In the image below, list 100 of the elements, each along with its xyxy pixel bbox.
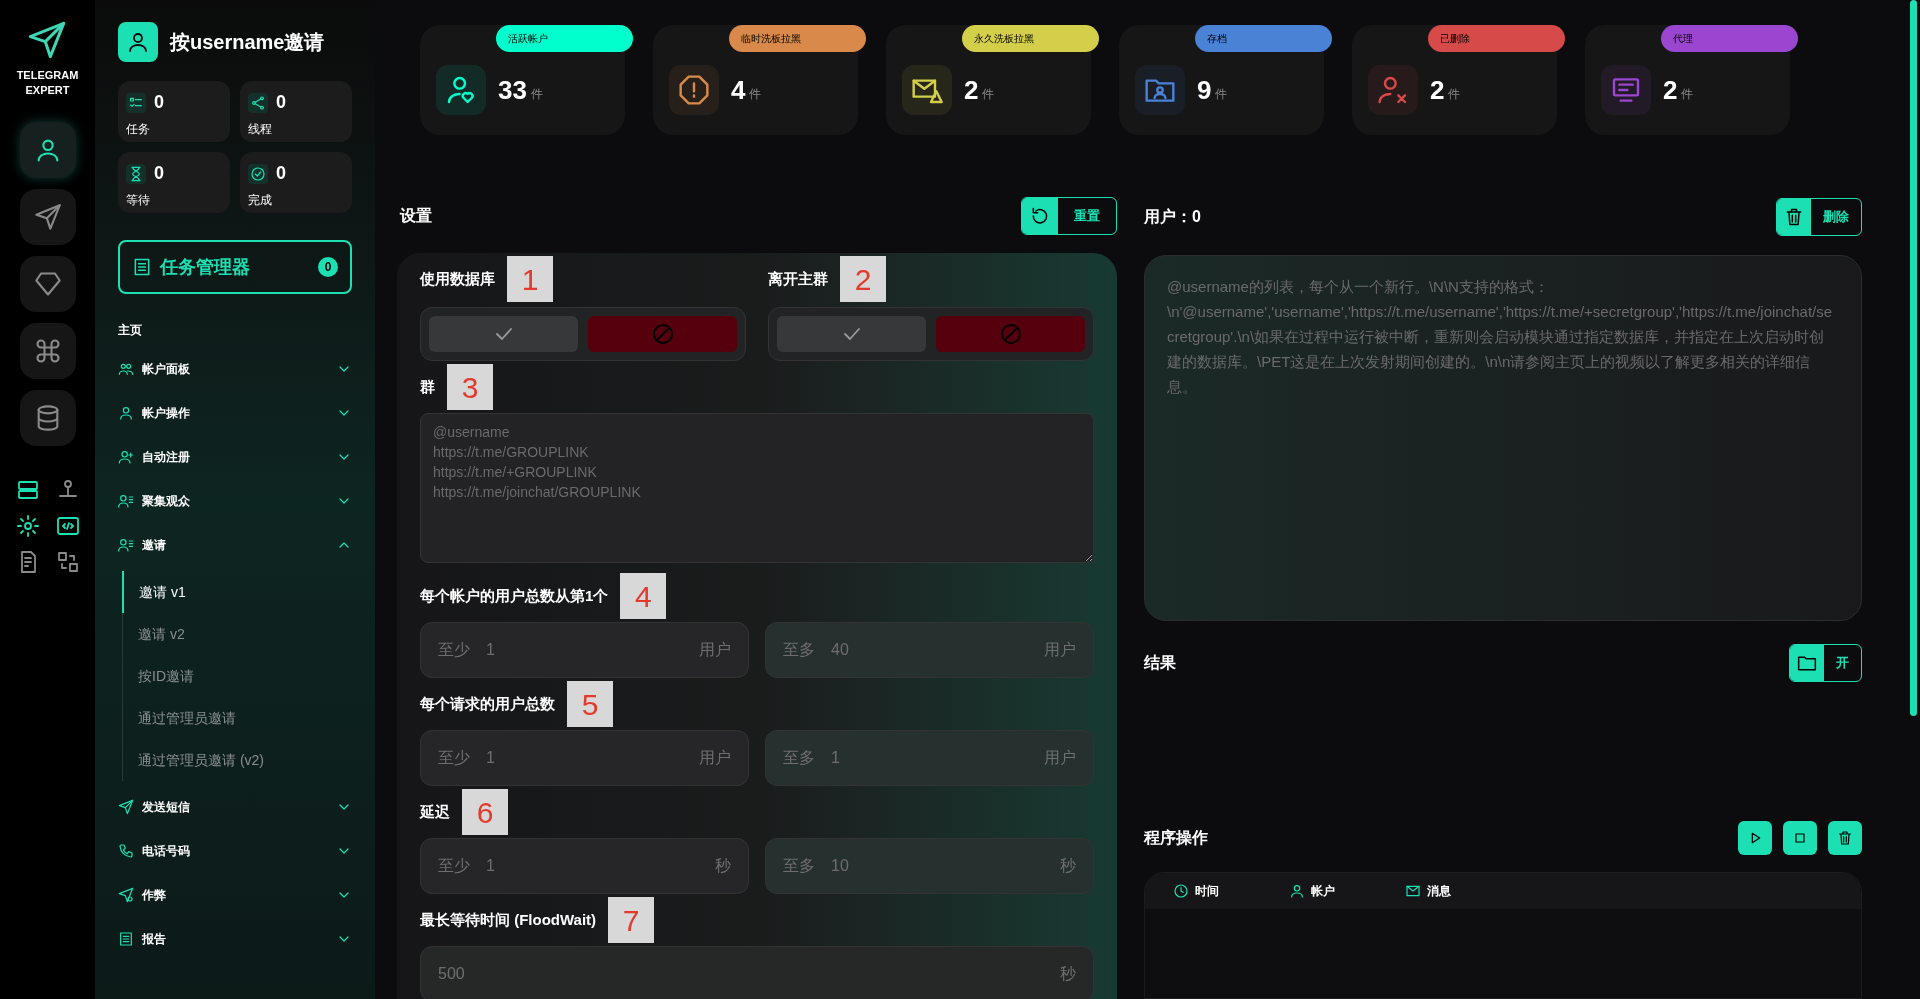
rail-button[interactable] (19, 189, 76, 245)
user-list-icon (118, 493, 134, 509)
hourglass-icon (128, 165, 144, 182)
field-label: 使用数据库 (420, 268, 495, 289)
unit-label: 用户 (699, 748, 731, 768)
play-button[interactable] (1738, 821, 1772, 855)
unit-label: 件 (530, 86, 543, 103)
annotation-number: 2 (840, 256, 886, 302)
paper-plane-icon (27, 20, 68, 60)
nav-item[interactable]: 电话号码 (118, 829, 352, 873)
user-plus-icon (118, 449, 134, 465)
user-icon (126, 30, 150, 54)
field-label: 每个请求的用户总数 (420, 693, 555, 714)
reset-button[interactable]: 重置 (1021, 197, 1117, 235)
paper-plane-icon (118, 799, 134, 815)
warning-octagon-icon (678, 74, 710, 106)
unit-label: 秒 (715, 856, 731, 876)
delete-button[interactable]: 删除 (1776, 198, 1862, 236)
task-manager-button[interactable]: 任务管理器 0 (118, 240, 352, 294)
stat-count: 9 (1197, 73, 1212, 107)
stat-label: 完成 (248, 192, 273, 209)
stat-count: 4 (731, 73, 746, 107)
category-badge: 已删除 (1428, 25, 1565, 52)
user-heart-icon (445, 74, 477, 106)
paper-plane-icon (33, 203, 62, 231)
stat-count: 2 (1663, 73, 1678, 107)
stat-count: 33 (498, 73, 527, 107)
min-value: 1 (486, 748, 495, 768)
groups-textarea[interactable]: @username https://t.me/GROUPLINK https://t.me/+GROUPLINK https://t.me/joinchat/GROUPLINK (420, 413, 1094, 563)
rail-button[interactable] (19, 323, 76, 379)
unit-label: 件 (749, 86, 762, 103)
clear-button[interactable] (1828, 821, 1862, 855)
unit-label: 秒 (1060, 964, 1076, 984)
diamond-icon (33, 270, 62, 298)
min-value: 1 (486, 856, 495, 876)
section-title: 设置 (400, 206, 432, 226)
folder-icon (1797, 653, 1817, 673)
nav-item[interactable]: 自动注册 (118, 435, 352, 479)
nav-item[interactable]: 帐户面板 (118, 347, 352, 391)
user-icon (1289, 883, 1305, 899)
tool-button[interactable] (55, 550, 80, 574)
unit-label: 用户 (1044, 748, 1076, 768)
annotation-number: 3 (447, 364, 493, 410)
share-icon (250, 94, 266, 111)
toggle-group[interactable] (420, 307, 746, 361)
max-value: 40 (831, 640, 849, 660)
unit-label: 秒 (1060, 856, 1076, 876)
user-remove-icon (1377, 74, 1409, 106)
open-button[interactable]: 开 (1789, 644, 1862, 682)
stop-button[interactable] (1783, 821, 1817, 855)
rail-button[interactable] (19, 256, 76, 312)
nav-item[interactable]: 报告 (118, 917, 352, 961)
field-label: 离开主群 (768, 268, 828, 289)
toggle-group[interactable] (768, 307, 1094, 361)
nav-subitem[interactable]: 通过管理员邀请 (v2) (123, 739, 352, 781)
field-label: 群 (420, 376, 435, 397)
annotation-number: 6 (462, 789, 508, 835)
column-header: 时间 (1173, 882, 1289, 900)
nav-subitem[interactable]: 通过管理员邀请 (123, 697, 352, 739)
section-heading: 主页 (118, 322, 143, 339)
rail-button[interactable] (19, 122, 76, 178)
category-badge: 代理 (1661, 25, 1798, 52)
usernames-textarea[interactable]: @username的列表，每个从一个新行。\N\N支持的格式：\n'@username','username','https://t.me/username','https://t.me/+secretgroup','https://t.me/joinchat/secretgroup'.\n\如果在过程中运行被中断，重新则会启动模块通过指定数据库，并指定在上次启动时创建的数据库。\PET这是在上次发射期间创建的。\n\n请参阅主页上的视频以了解更多相关的详细信息。 (1144, 255, 1862, 621)
report-icon (132, 257, 152, 277)
unit-label: 件 (1215, 86, 1228, 103)
code-window-icon (55, 514, 80, 538)
users-icon (118, 361, 134, 377)
count-badge: 0 (318, 257, 338, 277)
unit-label: 件 (1681, 86, 1694, 103)
nav-item[interactable]: 聚集观众 (118, 479, 352, 523)
category-badge: 永久洗板拉黑 (962, 25, 1099, 52)
tool-button[interactable] (55, 514, 80, 538)
tool-button[interactable] (15, 478, 40, 502)
category-badge: 活跃帐户 (496, 25, 633, 52)
nav-item[interactable]: 作弊 (118, 873, 352, 917)
mail-icon (1405, 883, 1421, 899)
section-title: 程序操作 (1144, 828, 1208, 848)
section-title: 用户：0 (1144, 207, 1201, 227)
nav-subitem[interactable]: 邀请 v2 (123, 613, 352, 655)
nav-item[interactable]: 发送短信 (118, 785, 352, 829)
stat-count: 2 (964, 73, 979, 107)
stat-label: 线程 (248, 121, 273, 138)
nav-subitem[interactable]: 按ID邀请 (123, 655, 352, 697)
nav-item[interactable]: 邀请 (118, 523, 352, 567)
ban-icon (650, 322, 675, 346)
phone-icon (118, 843, 134, 859)
brand-name: TELEGRAM EXPERT (16, 68, 79, 98)
rail-button[interactable] (19, 390, 76, 446)
column-header: 帐户 (1289, 882, 1405, 900)
annotation-number: 5 (567, 681, 613, 727)
report-icon (118, 931, 134, 947)
category-badge: 存档 (1195, 25, 1332, 52)
clock-icon (1173, 883, 1189, 899)
nav-item[interactable]: 帐户操作 (118, 391, 352, 435)
annotation-number: 1 (507, 256, 553, 302)
paper-plane-icon (118, 887, 134, 903)
section-title: 结果 (1144, 653, 1176, 673)
nav-subitem[interactable]: 邀请 v1 (122, 571, 351, 613)
stat-label: 等待 (126, 192, 151, 209)
field-label: 最长等待时间 (FloodWait) (420, 909, 597, 930)
